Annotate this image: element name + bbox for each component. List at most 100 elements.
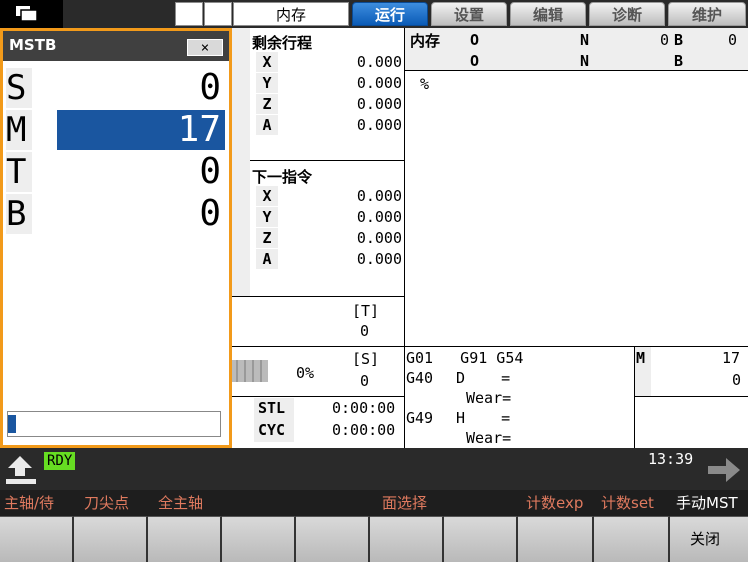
mstb-label-b: B xyxy=(6,194,32,234)
next-command-title: 下一指令 xyxy=(252,168,313,186)
program-n-label: N xyxy=(580,31,590,49)
m-code-value-1: 17 xyxy=(722,349,741,367)
remaining-title: 剩余行程 xyxy=(252,34,313,52)
remaining-axis-y: Y xyxy=(256,73,278,93)
modal-line-1: G01 G91 G54 xyxy=(406,349,524,367)
timer-cyc-value: 0:00:00 xyxy=(332,421,396,439)
spindle-label: [S] xyxy=(352,350,380,368)
close-button-label: 关闭 xyxy=(690,530,721,548)
timer-stl-value: 0:00:00 xyxy=(332,399,396,417)
softkey-button-4[interactable] xyxy=(222,516,296,562)
program-o-label: O xyxy=(470,31,480,49)
remaining-axis-x: X xyxy=(256,52,278,72)
modal-g49: G49 xyxy=(406,409,434,427)
program-b-label: B xyxy=(674,31,684,49)
tab-blank-1[interactable] xyxy=(175,2,203,26)
remaining-axis-z: Z xyxy=(256,94,278,114)
next-axis-z: Z xyxy=(256,228,278,248)
next-axis-x: X xyxy=(256,186,278,206)
tab-diagnosis[interactable]: 诊断 xyxy=(589,2,665,26)
softkey-button-6[interactable] xyxy=(370,516,444,562)
softkey-all-spindle[interactable]: 全主轴 xyxy=(158,492,203,514)
softkey-button-1[interactable] xyxy=(0,516,74,562)
tool-value: 0 xyxy=(360,322,370,340)
divider xyxy=(232,160,404,161)
mstb-panel: MSTB × S 0 M 17 T 0 B 0 xyxy=(0,28,232,448)
divider xyxy=(634,396,748,397)
return-arrow-icon xyxy=(6,456,36,484)
logo xyxy=(0,0,63,28)
gray-strip xyxy=(232,28,250,296)
softkey-button-3[interactable] xyxy=(148,516,222,562)
mstb-value-m[interactable]: 17 xyxy=(57,110,225,150)
divider xyxy=(405,346,748,347)
next-arrow-icon xyxy=(708,458,740,482)
remaining-value-a: 0.000 xyxy=(356,116,402,134)
divider xyxy=(404,28,405,448)
timer-cyc-label: CYC xyxy=(258,421,286,439)
tab-blank-2[interactable] xyxy=(204,2,232,26)
program-n2-label: N xyxy=(580,52,590,70)
divider xyxy=(405,70,748,71)
modal-g40: G40 xyxy=(406,369,434,387)
program-b2-label: B xyxy=(674,52,684,70)
close-icon: × xyxy=(200,39,210,56)
program-b-value: 0 xyxy=(728,31,738,49)
program-text[interactable]: % xyxy=(420,74,429,94)
softkey-button-2[interactable] xyxy=(74,516,148,562)
divider xyxy=(232,346,404,347)
program-header xyxy=(405,28,748,70)
softkey-counter-set[interactable]: 计数set xyxy=(601,492,654,514)
softkey-button-7[interactable] xyxy=(444,516,518,562)
modal-wear-2: Wear= xyxy=(466,429,512,447)
tab-run[interactable]: 运行 xyxy=(352,2,428,26)
clock: 13:39 xyxy=(648,450,694,468)
spindle-value: 0 xyxy=(360,372,370,390)
tab-memory[interactable]: 内存 xyxy=(233,2,349,26)
m-code-label: M xyxy=(636,349,646,367)
spindle-percent: 0% xyxy=(296,364,315,382)
mstb-value-s[interactable]: 0 xyxy=(57,68,225,108)
mstb-value-t[interactable]: 0 xyxy=(57,152,225,192)
tab-setup[interactable]: 设置 xyxy=(431,2,507,26)
remaining-value-x: 0.000 xyxy=(356,53,402,71)
next-value-z: 0.000 xyxy=(356,229,402,247)
softkey-tool-tip[interactable]: 刀尖点 xyxy=(84,492,129,514)
next-value-a: 0.000 xyxy=(356,250,402,268)
mstb-label-t: T xyxy=(6,152,32,192)
mstb-label-s: S xyxy=(6,68,32,108)
softkey-plane-select[interactable]: 面选择 xyxy=(382,492,427,514)
mstb-title: MSTB xyxy=(9,36,57,54)
remaining-value-z: 0.000 xyxy=(356,95,402,113)
softkey-button-5[interactable] xyxy=(296,516,370,562)
tab-edit[interactable]: 编辑 xyxy=(510,2,586,26)
divider xyxy=(232,396,404,397)
softkey-button-8[interactable] xyxy=(518,516,594,562)
next-axis-y: Y xyxy=(256,207,278,227)
mstb-value-b[interactable]: 0 xyxy=(57,194,225,234)
modal-h: H = xyxy=(456,409,511,427)
close-button[interactable]: × xyxy=(187,39,223,56)
softkey-counter-exp[interactable]: 计数exp xyxy=(526,492,583,514)
next-value-x: 0.000 xyxy=(356,187,402,205)
program-n-value: 0 xyxy=(660,31,670,49)
mstb-title-bar: MSTB × xyxy=(3,31,229,61)
softkey-button-9[interactable] xyxy=(594,516,670,562)
ready-status: RDY xyxy=(44,452,76,470)
mstb-input[interactable] xyxy=(7,411,221,437)
mstb-label-m: M xyxy=(6,110,32,150)
next-value-y: 0.000 xyxy=(356,208,402,226)
next-page-button[interactable] xyxy=(704,452,744,488)
remaining-value-y: 0.000 xyxy=(356,74,402,92)
timer-stl-label: STL xyxy=(258,399,286,417)
input-cursor xyxy=(8,415,16,433)
modal-d: D = xyxy=(456,369,511,387)
program-o2-label: O xyxy=(470,52,480,70)
remaining-axis-a: A xyxy=(256,115,278,135)
status-bar xyxy=(0,448,748,490)
softkey-manual-mst[interactable]: 手动MST xyxy=(676,492,738,514)
softkey-spindle-wait[interactable]: 主轴/待 xyxy=(4,492,54,514)
modal-wear-1: Wear= xyxy=(466,389,512,407)
tab-maintenance[interactable]: 维护 xyxy=(668,2,746,26)
return-button[interactable] xyxy=(4,452,40,488)
